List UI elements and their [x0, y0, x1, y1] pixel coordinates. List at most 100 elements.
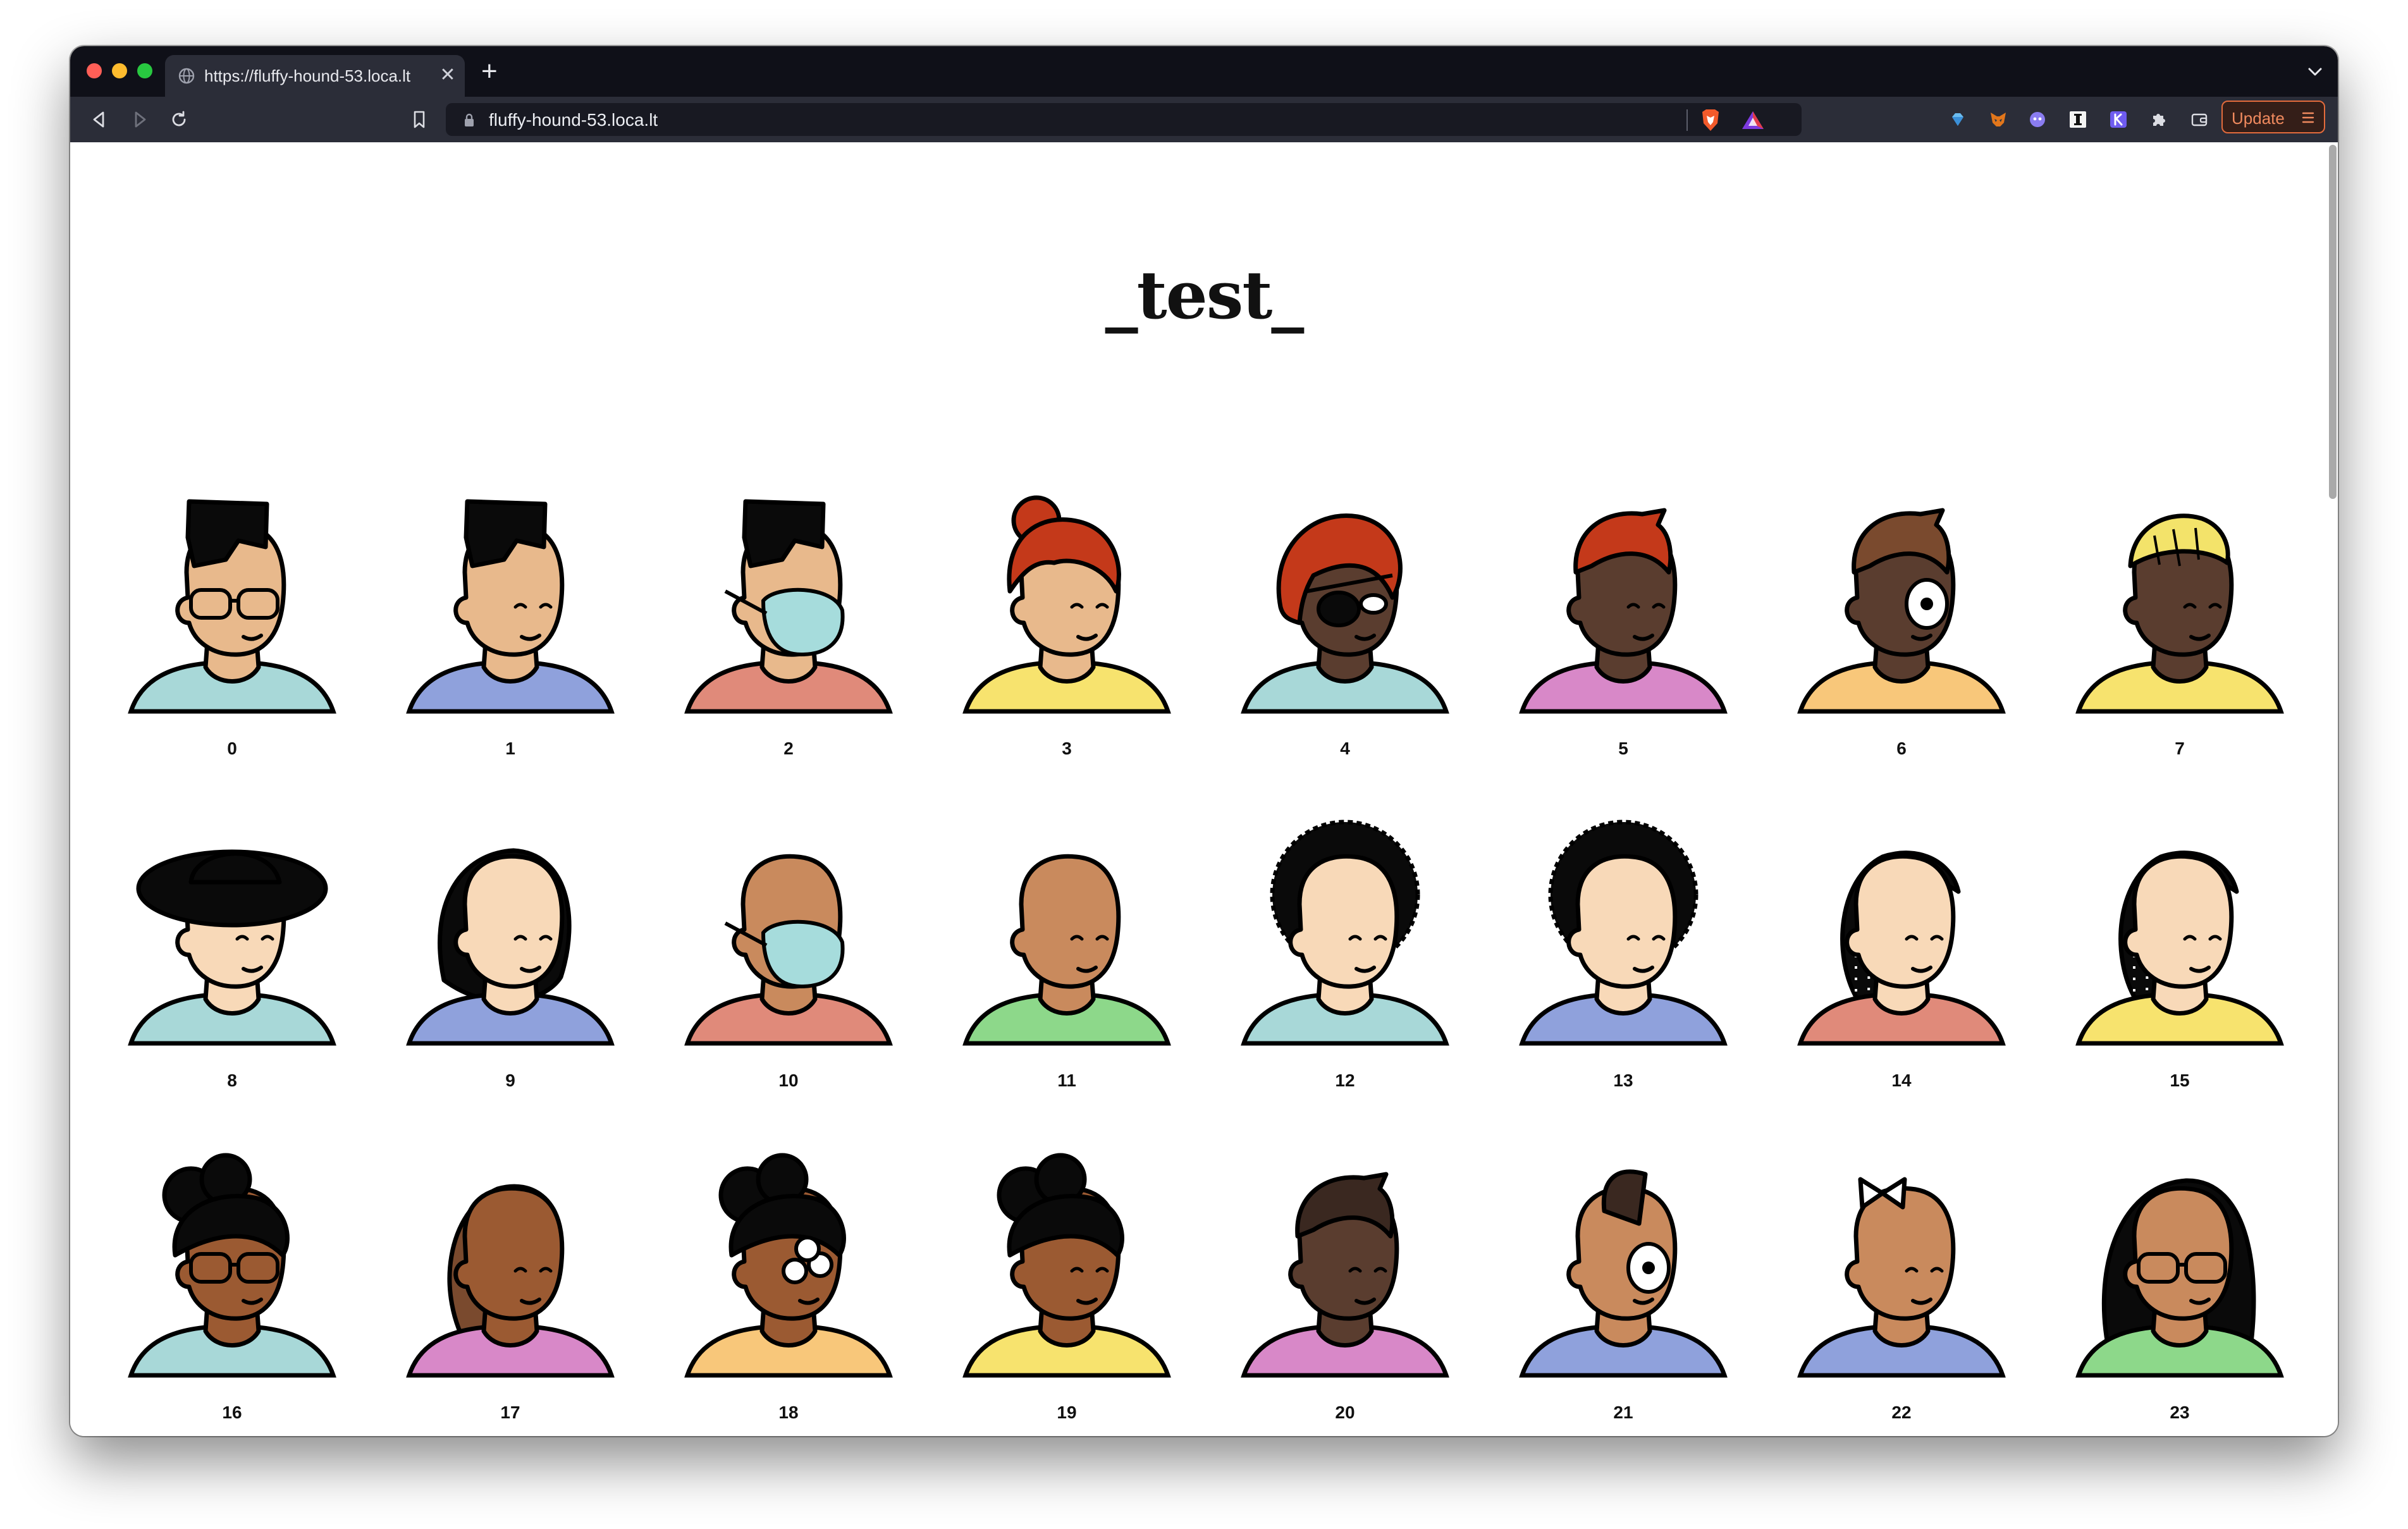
avatar-card[interactable]: 6 [1797, 496, 2006, 787]
avatar-number: 22 [1891, 1403, 1912, 1422]
avatar-illustration [406, 499, 615, 714]
avatar-card[interactable]: 7 [2075, 496, 2284, 787]
avatar-number: 16 [222, 1403, 242, 1422]
bookmark-icon[interactable] [408, 108, 431, 131]
avatar-illustration [684, 499, 893, 714]
avatar-number: 13 [1613, 1071, 1633, 1090]
avatar-illustration [1519, 508, 1728, 714]
avatar-illustration [1797, 508, 2006, 714]
avatar-card[interactable]: 5 [1519, 496, 1728, 787]
avatar-card[interactable]: 11 [962, 828, 1171, 1119]
url-text: fluffy-hound-53.loca.lt [489, 110, 658, 130]
avatar-illustration [1241, 513, 1449, 714]
avatar-illustration [2075, 513, 2284, 714]
avatar-number: 20 [1335, 1403, 1355, 1422]
avatar-illustration [1519, 820, 1728, 1046]
close-tab-icon[interactable]: ✕ [438, 64, 457, 87]
avatar-illustration [128, 1153, 336, 1378]
k-extension-icon[interactable] [2109, 110, 2128, 129]
avatar-illustration [684, 854, 893, 1046]
avatar-illustration [1519, 1169, 1728, 1378]
avatar-number: 21 [1613, 1403, 1633, 1422]
avatar-number: 17 [500, 1403, 520, 1422]
avatar-card[interactable]: 17 [406, 1160, 615, 1436]
tab-title: https://fluffy-hound-53.loca.lt [204, 66, 411, 85]
toolbar: fluffy-hound-53.loca.lt Update [70, 97, 2338, 142]
forward-icon[interactable] [128, 108, 151, 131]
instapaper-icon[interactable] [2068, 110, 2087, 129]
brave-rewards-icon[interactable] [1741, 110, 1765, 130]
brave-shields-icon[interactable] [1700, 108, 1721, 132]
avatar-number: 11 [1057, 1071, 1076, 1090]
avatar-number: 0 [227, 739, 237, 758]
avatar-card[interactable]: 20 [1241, 1160, 1449, 1436]
avatar-number: 12 [1335, 1071, 1355, 1090]
avatar-number: 1 [505, 739, 515, 758]
reload-icon[interactable] [168, 108, 190, 131]
avatar-card[interactable]: 13 [1519, 820, 1728, 1119]
minimize-window-button[interactable] [112, 63, 127, 78]
avatar-illustration [1797, 850, 2006, 1046]
avatar-illustration [128, 499, 336, 714]
metamask-icon[interactable] [1989, 110, 2008, 129]
avatar-card[interactable]: 22 [1797, 1160, 2006, 1436]
avatar-card[interactable]: 12 [1241, 820, 1449, 1119]
avatar-illustration [2075, 850, 2284, 1046]
chat-extension-icon[interactable] [2028, 110, 2047, 129]
back-icon[interactable] [88, 108, 111, 131]
avatar-number: 4 [1340, 739, 1350, 758]
avatar-number: 6 [1896, 739, 1907, 758]
avatar-card[interactable]: 14 [1797, 828, 2006, 1119]
avatar-card[interactable]: 16 [128, 1153, 336, 1436]
avatar-number: 14 [1891, 1071, 1912, 1090]
avatar-illustration [406, 1184, 615, 1378]
avatar-card[interactable]: 0 [128, 496, 336, 787]
avatar-number: 23 [2170, 1403, 2190, 1422]
avatar-illustration [1241, 820, 1449, 1046]
page-title: _test_ [1105, 256, 1305, 334]
new-tab-button[interactable]: + [481, 58, 498, 85]
avatar-card[interactable]: 2 [684, 496, 893, 787]
update-button[interactable]: Update [2221, 101, 2325, 133]
avatar-number: 18 [778, 1403, 799, 1422]
avatar-number: 5 [1618, 739, 1628, 758]
avatar-number: 19 [1057, 1403, 1077, 1422]
diamond-extension-icon[interactable] [1948, 110, 1967, 129]
avatar-card[interactable]: 4 [1241, 496, 1449, 787]
menu-icon [2302, 112, 2314, 123]
avatar-illustration [1241, 1172, 1449, 1378]
avatar-number: 7 [2175, 739, 2185, 758]
avatar-illustration [684, 1153, 893, 1378]
avatar-illustration [2075, 1178, 2284, 1378]
avatar-number: 15 [2170, 1071, 2190, 1090]
avatar-number: 8 [227, 1071, 237, 1090]
browser-window: https://fluffy-hound-53.loca.lt ✕ + fluf… [70, 46, 2338, 1436]
avatar-illustration [406, 848, 615, 1046]
avatar-number: 10 [778, 1071, 799, 1090]
avatar-card[interactable]: 18 [684, 1153, 893, 1436]
address-bar[interactable]: fluffy-hound-53.loca.lt [446, 103, 1802, 136]
tab-bar: https://fluffy-hound-53.loca.lt ✕ + [70, 46, 2338, 97]
avatar-illustration [128, 849, 336, 1046]
avatar-card[interactable]: 10 [684, 828, 893, 1119]
avatar-card[interactable]: 23 [2075, 1160, 2284, 1436]
avatar-card[interactable]: 19 [962, 1153, 1171, 1436]
page-content: _test_ 0 1 2 3 4 5 6 7 8 9 10 11 12 13 1… [70, 142, 2338, 1436]
globe-icon [178, 68, 195, 84]
avatar-card[interactable]: 15 [2075, 828, 2284, 1119]
browser-tab[interactable]: https://fluffy-hound-53.loca.lt ✕ [165, 55, 465, 97]
avatar-illustration [1797, 1177, 2006, 1378]
chevron-down-icon[interactable] [2306, 64, 2324, 79]
avatar-illustration [962, 854, 1171, 1046]
extensions-puzzle-icon[interactable] [2149, 110, 2168, 129]
avatar-card[interactable]: 21 [1519, 1160, 1728, 1436]
avatar-card[interactable]: 3 [962, 495, 1171, 787]
zoom-window-button[interactable] [137, 63, 152, 78]
avatar-card[interactable]: 8 [128, 828, 336, 1119]
close-window-button[interactable] [87, 63, 102, 78]
wallet-icon[interactable] [2190, 110, 2209, 129]
avatar-number: 9 [505, 1071, 515, 1090]
avatar-number: 3 [1062, 739, 1072, 758]
avatar-card[interactable]: 9 [406, 828, 615, 1119]
avatar-card[interactable]: 1 [406, 496, 615, 787]
